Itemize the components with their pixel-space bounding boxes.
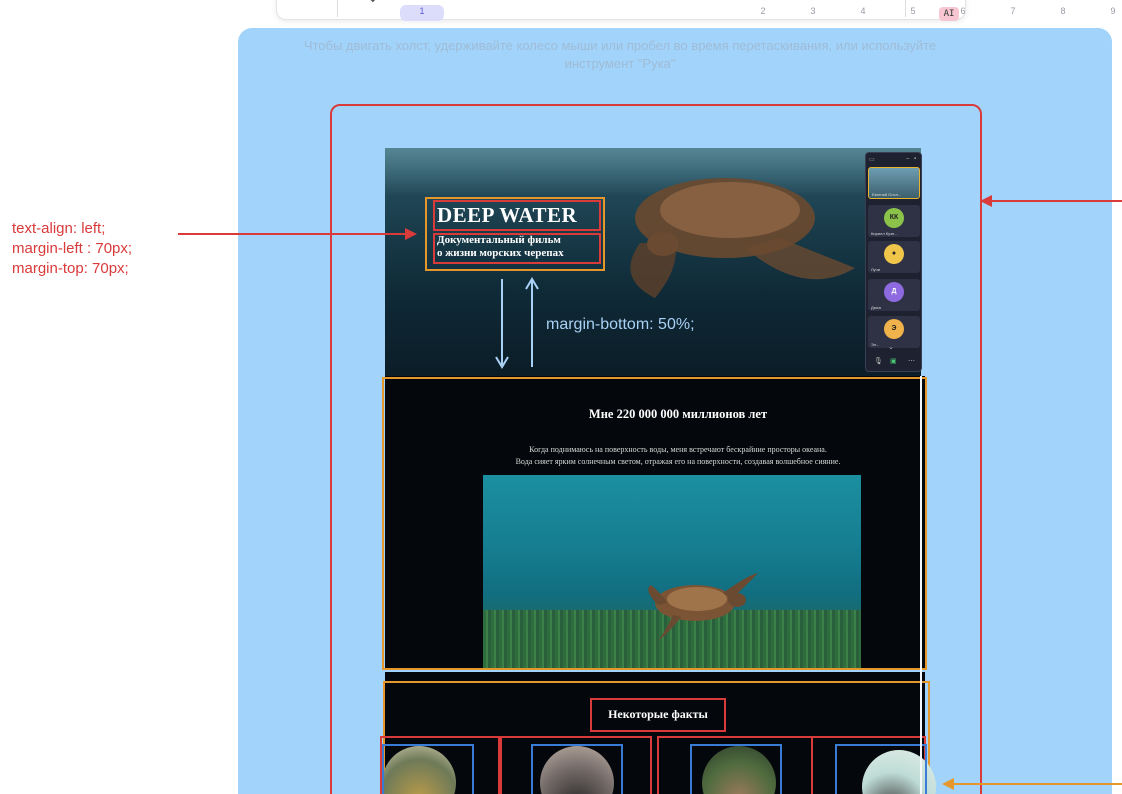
arrow-line xyxy=(950,783,1122,785)
tool-7[interactable]: 7 xyxy=(991,5,1035,21)
participant-tile[interactable]: Д Дюха xyxy=(868,279,920,311)
screen-share-icon[interactable]: ▣ xyxy=(890,357,897,365)
fact-image-outline xyxy=(835,744,927,794)
participant-name: Евгений Олсл... xyxy=(872,192,902,197)
facts-heading: Некоторые факты xyxy=(608,707,708,721)
minimize-icon[interactable]: – xyxy=(906,156,909,162)
fact-image-outline xyxy=(382,744,474,794)
microphone-icon[interactable]: 🎙 xyxy=(874,357,883,365)
participant-name: Кирилл Кузн... xyxy=(871,231,898,236)
participant-tile[interactable]: КК Кирилл Кузн... xyxy=(868,205,920,237)
more-participants-icon[interactable]: ⌄ xyxy=(888,343,894,351)
participant-name: Дюха xyxy=(871,305,881,310)
intro-paragraph-line1: Когда поднимаюсь на поверхность воды, ме… xyxy=(529,445,827,454)
margin-bottom-note: margin-bottom: 50%; xyxy=(546,316,695,333)
call-topbar: ▭ – ▪ xyxy=(866,153,921,165)
intro-heading: Мне 220 000 000 миллионов лет xyxy=(588,407,768,421)
close-icon[interactable]: ▪ xyxy=(914,156,916,162)
participant-tile[interactable]: Евгений Олсл... xyxy=(868,167,920,199)
top-toolbar: ◆ 1 2 3 4 5 6 7 8 9 0 AI xyxy=(276,0,1116,21)
toolbar-divider xyxy=(337,0,338,17)
whiteboard-canvas[interactable]: ◆ 1 2 3 4 5 6 7 8 9 0 AI Чтобы двигать х… xyxy=(0,0,1122,794)
avatar: ● xyxy=(884,244,904,264)
annotation-margin-top: margin-top: 70px; xyxy=(12,260,129,277)
tool-8[interactable]: 8 xyxy=(1041,5,1085,21)
more-options-icon[interactable]: ⋯ xyxy=(908,357,915,365)
avatar: Э xyxy=(884,319,904,339)
participant-tile[interactable]: Э Эл... xyxy=(868,316,920,348)
hero-title: DEEP WATER xyxy=(437,203,578,227)
turtle-illustration xyxy=(648,573,758,643)
avatar: Д xyxy=(884,282,904,302)
ai-button[interactable]: AI xyxy=(939,7,959,21)
arrow-head xyxy=(405,228,417,240)
hero-subtitle-line2: о жизни морских черепах xyxy=(437,247,564,259)
arrow-head xyxy=(942,778,954,790)
fact-image-outline xyxy=(690,744,782,794)
participant-tile[interactable]: ● Лучи xyxy=(868,241,920,273)
tool-5[interactable]: 5 xyxy=(891,5,935,21)
participant-name: Эл... xyxy=(871,342,880,347)
tool-1[interactable]: 1 xyxy=(400,5,444,21)
fact-image-outline xyxy=(531,744,623,794)
intro-paragraph-line2: Вода сияет ярким солнечным светом, отраж… xyxy=(515,457,841,466)
call-pip-icon[interactable]: ▭ xyxy=(869,156,875,163)
frame-edge xyxy=(920,376,922,794)
arrow-head xyxy=(980,195,992,207)
avatar: КК xyxy=(884,208,904,228)
arrow-line xyxy=(178,233,411,235)
tool-9[interactable]: 9 xyxy=(1091,5,1122,21)
shape-tool-icon[interactable]: ◆ xyxy=(369,0,377,4)
toolbar-divider xyxy=(905,0,906,17)
annotation-margin-left: margin-left : 70px; xyxy=(12,240,133,257)
hero-subtitle-line1: Документальный фильм xyxy=(437,234,561,246)
tool-2[interactable]: 2 xyxy=(741,5,785,21)
underwater-turtle-photo xyxy=(483,475,861,668)
annotation-text-align: text-align: left; xyxy=(12,220,106,237)
canvas-hint: Чтобы двигать холст, удерживайте колесо … xyxy=(303,38,937,71)
arrow-line xyxy=(988,200,1122,202)
tool-3[interactable]: 3 xyxy=(791,5,835,21)
call-controls: ⌄ 🎙 ▣ ⋯ xyxy=(866,344,921,369)
video-call-panel[interactable]: ▭ – ▪ Евгений Олсл... КК Кирилл Кузн... … xyxy=(865,152,922,372)
tool-4[interactable]: 4 xyxy=(841,5,885,21)
participant-name: Лучи xyxy=(871,267,880,272)
double-arrow-icon xyxy=(495,277,539,369)
